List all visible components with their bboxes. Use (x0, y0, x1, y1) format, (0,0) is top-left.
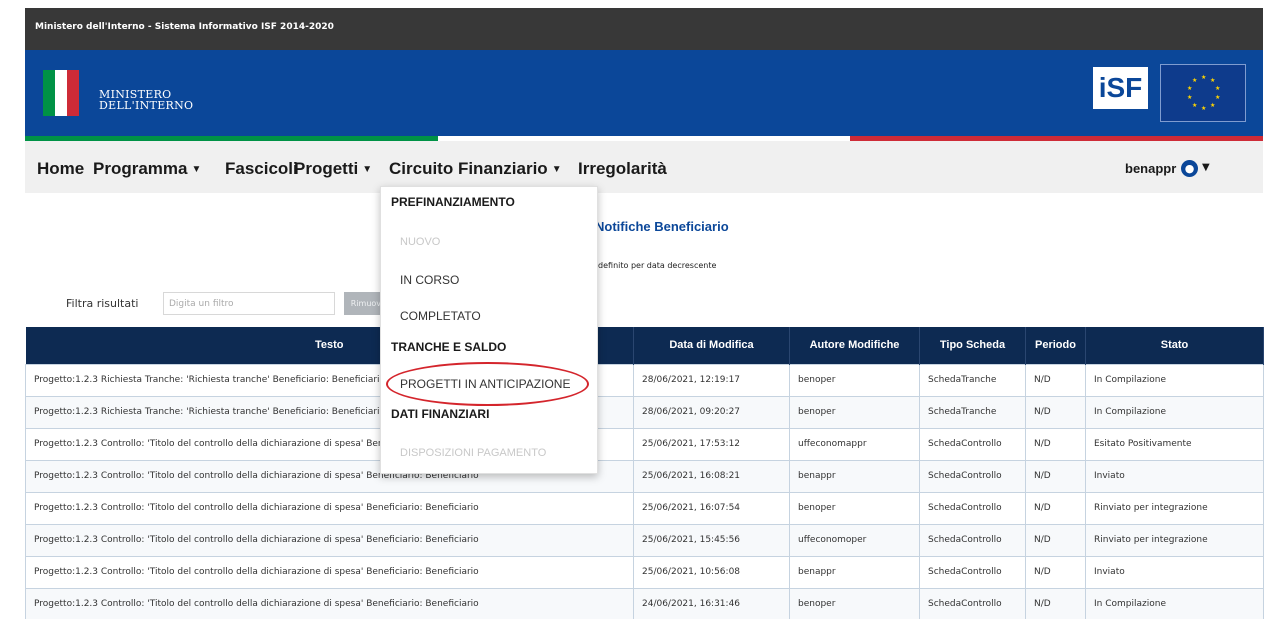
cell-periodo: N/D (1025, 555, 1086, 589)
cell-stato: In Compilazione (1085, 363, 1264, 397)
cell-autore: benoper (789, 395, 920, 429)
cell-testo: Progetto:1.2.3 Controllo: 'Titolo del co… (25, 523, 634, 557)
nav-fascicoli[interactable]: Fascicoli (225, 159, 298, 179)
notifications-table: Testo Data di Modifica Autore Modifiche … (25, 327, 1264, 619)
cell-tipo: SchedaControllo (919, 523, 1026, 557)
cell-stato: In Compilazione (1085, 587, 1264, 619)
page-title: Notifiche Beneficiario (595, 219, 729, 234)
user-name[interactable]: benappr (1125, 161, 1176, 176)
cell-autore: benoper (789, 363, 920, 397)
cell-stato: Esitato Positivamente (1085, 427, 1264, 461)
cell-stato: Inviato (1085, 459, 1264, 493)
cell-autore: uffeconomappr (789, 427, 920, 461)
nav-irregolarita[interactable]: Irregolarità (578, 159, 667, 179)
cell-periodo: N/D (1025, 587, 1086, 619)
cell-testo: Progetto:1.2.3 Controllo: 'Titolo del co… (25, 587, 634, 619)
table-row[interactable]: Progetto:1.2.3 Controllo: 'Titolo del co… (25, 491, 1264, 525)
user-account-icon[interactable]: ● (1181, 160, 1198, 177)
table-row[interactable]: Progetto:1.2.3 Controllo: 'Titolo del co… (25, 459, 1264, 493)
column-header-tipo-scheda[interactable]: Tipo Scheda (919, 327, 1026, 364)
column-header-periodo[interactable]: Periodo (1025, 327, 1086, 364)
dropdown-header-dati-finanziari: DATI FINANZIARI (391, 407, 490, 421)
table-row[interactable]: Progetto:1.2.3 Richiesta Tranche: 'Richi… (25, 363, 1264, 397)
cell-autore: benoper (789, 587, 920, 619)
nav-progetti[interactable]: Progetti ▼ (294, 159, 372, 179)
main-navbar: Home Programma ▼ Fascicoli Progetti ▼ Circ… (25, 141, 1263, 193)
cell-periodo: N/D (1025, 427, 1086, 461)
nav-programma[interactable]: Programma ▼ (93, 159, 201, 179)
caret-down-icon: ▼ (191, 164, 202, 175)
cell-data: 25/06/2021, 17:53:12 (633, 427, 790, 461)
dropdown-header-prefinanziamento: PREFINANZIAMENTO (391, 195, 515, 209)
ministry-name-line2: DELL'INTERNO (99, 99, 194, 112)
cell-data: 25/06/2021, 16:08:21 (633, 459, 790, 493)
cell-tipo: SchedaControllo (919, 427, 1026, 461)
column-header-data-modifica[interactable]: Data di Modifica (633, 327, 790, 364)
table-row[interactable]: Progetto:1.2.3 Controllo: 'Titolo del co… (25, 523, 1264, 557)
caret-down-icon: ▼ (362, 164, 373, 175)
column-header-stato[interactable]: Stato (1085, 327, 1264, 364)
dropdown-header-tranche-e-saldo: TRANCHE E SALDO (391, 340, 507, 354)
cell-data: 25/06/2021, 10:56:08 (633, 555, 790, 589)
cell-periodo: N/D (1025, 523, 1086, 557)
filter-label: Filtra risultati (66, 297, 139, 310)
isf-logo: iSF (1093, 67, 1148, 109)
table-row[interactable]: Progetto:1.2.3 Controllo: 'Titolo del co… (25, 427, 1264, 461)
menu-item-completato[interactable]: COMPLETATO (400, 309, 481, 323)
cell-testo: Progetto:1.2.3 Controllo: 'Titolo del co… (25, 555, 634, 589)
cell-tipo: SchedaControllo (919, 459, 1026, 493)
cell-autore: benappr (789, 555, 920, 589)
cell-stato: Rinviato per integrazione (1085, 491, 1264, 525)
menu-item-nuovo: NUOVO (400, 236, 441, 248)
cell-stato: Rinviato per integrazione (1085, 523, 1264, 557)
cell-tipo: SchedaTranche (919, 395, 1026, 429)
top-bar: Ministero dell'Interno - Sistema Informa… (25, 8, 1263, 50)
cell-tipo: SchedaControllo (919, 555, 1026, 589)
table-row[interactable]: Progetto:1.2.3 Richiesta Tranche: 'Richi… (25, 395, 1264, 429)
menu-item-in-corso[interactable]: IN CORSO (400, 273, 459, 287)
cell-data: 28/06/2021, 12:19:17 (633, 363, 790, 397)
cell-tipo: SchedaTranche (919, 363, 1026, 397)
nav-circuito-finanziario[interactable]: Circuito Finanziario ▼ (389, 159, 562, 179)
nav-home[interactable]: Home (37, 159, 84, 179)
table-row[interactable]: Progetto:1.2.3 Controllo: 'Titolo del co… (25, 587, 1264, 619)
caret-down-icon: ▼ (551, 164, 562, 175)
menu-item-progetti-in-anticipazione[interactable]: PROGETTI IN ANTICIPAZIONE (400, 377, 570, 391)
circuito-finanziario-dropdown: PREFINANZIAMENTO NUOVO IN CORSO COMPLETA… (380, 186, 598, 474)
cell-periodo: N/D (1025, 459, 1086, 493)
cell-data: 25/06/2021, 15:45:56 (633, 523, 790, 557)
filter-input[interactable] (163, 292, 335, 315)
cell-tipo: SchedaControllo (919, 587, 1026, 619)
sort-note: redefinito per data decrescente (590, 261, 717, 270)
table-row[interactable]: Progetto:1.2.3 Controllo: 'Titolo del co… (25, 555, 1264, 589)
cell-autore: uffeconomoper (789, 523, 920, 557)
cell-autore: benappr (789, 459, 920, 493)
cell-tipo: SchedaControllo (919, 491, 1026, 525)
cell-data: 28/06/2021, 09:20:27 (633, 395, 790, 429)
ministry-logo-text: MINISTERO DELL'INTERNO (99, 89, 193, 111)
cell-stato: In Compilazione (1085, 395, 1264, 429)
eu-flag-icon: ★ ★ ★ ★ ★ ★ ★ ★ ★ ★ (1160, 64, 1246, 122)
header-banner: MINISTERO DELL'INTERNO iSF ★ ★ ★ ★ ★ ★ ★… (25, 50, 1263, 138)
table-header-row: Testo Data di Modifica Autore Modifiche … (25, 327, 1264, 364)
cell-data: 25/06/2021, 16:07:54 (633, 491, 790, 525)
window-title: Ministero dell'Interno - Sistema Informa… (35, 22, 334, 32)
cell-stato: Inviato (1085, 555, 1264, 589)
cell-testo: Progetto:1.2.3 Controllo: 'Titolo del co… (25, 491, 634, 525)
cell-autore: benoper (789, 491, 920, 525)
menu-item-disposizioni-pagamento: DISPOSIZIONI PAGAMENTO (400, 447, 547, 459)
cell-data: 24/06/2021, 16:31:46 (633, 587, 790, 619)
cell-periodo: N/D (1025, 395, 1086, 429)
user-menu-caret-icon[interactable]: ▼ (1202, 162, 1210, 173)
cell-periodo: N/D (1025, 363, 1086, 397)
italian-flag-icon (43, 70, 79, 116)
column-header-autore[interactable]: Autore Modifiche (789, 327, 920, 364)
cell-periodo: N/D (1025, 491, 1086, 525)
